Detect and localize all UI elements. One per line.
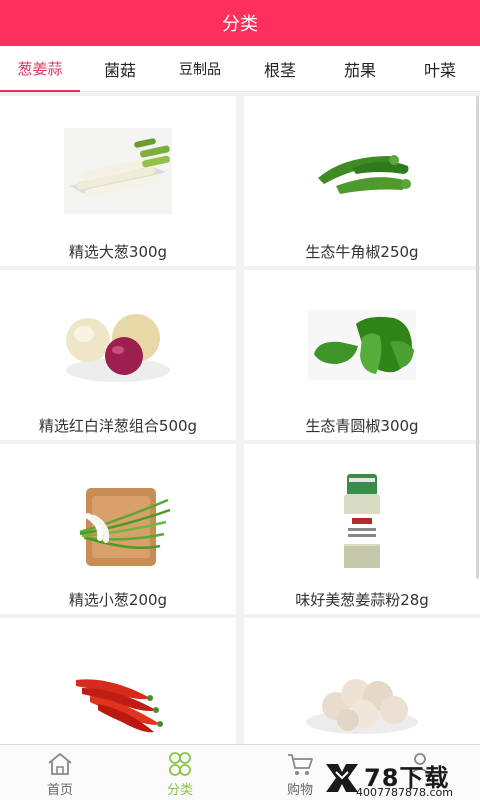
chili-image xyxy=(76,679,163,733)
category-icon xyxy=(169,752,191,776)
scrollbar[interactable] xyxy=(476,96,479,579)
bell-pepper-image xyxy=(308,310,416,380)
product-name: 生态青圆椒300g xyxy=(305,417,419,435)
nav-category[interactable]: 分类 xyxy=(120,745,240,800)
horn-pepper-image xyxy=(318,155,411,194)
product-card[interactable]: 生态牛角椒250g xyxy=(244,96,480,266)
green-onion-image xyxy=(64,128,172,214)
watermark: 78下载 4007787878.com xyxy=(322,756,480,800)
product-name: 精选红白洋葱组合500g xyxy=(38,417,198,435)
product-name: 精选小葱200g xyxy=(68,591,168,609)
tab-root-vegetables[interactable]: 根茎 xyxy=(240,46,320,92)
nav-home[interactable]: 首页 xyxy=(0,745,120,800)
product-card[interactable] xyxy=(0,618,236,744)
product-card[interactable]: 精选红白洋葱组合500g xyxy=(0,270,236,440)
nav-category-label: 分类 xyxy=(166,783,193,798)
scallion-image xyxy=(79,488,171,566)
spice-bottle-image xyxy=(344,474,380,568)
product-card[interactable]: 味好美葱姜蒜粉28g xyxy=(244,444,480,614)
tab-mushrooms[interactable]: 菌菇 xyxy=(80,46,160,92)
product-name: 生态牛角椒250g xyxy=(305,243,419,261)
product-grid: 精选大葱300g 生态牛角椒250g 精选红白洋葱组合500g 生态青圆椒300… xyxy=(0,92,480,744)
onion-image xyxy=(66,314,170,382)
tab-onion-ginger-garlic[interactable]: 葱姜蒜 xyxy=(0,46,80,92)
nav-home-label: 首页 xyxy=(46,783,73,798)
product-card[interactable]: 生态青圆椒300g xyxy=(244,270,480,440)
product-name: 味好美葱姜蒜粉28g xyxy=(295,591,429,609)
product-card[interactable]: 精选大葱300g xyxy=(0,96,236,266)
watermark-url: 4007787878.com xyxy=(356,786,453,799)
cart-icon xyxy=(288,754,313,775)
product-card[interactable] xyxy=(244,618,480,744)
home-icon xyxy=(48,753,72,775)
tab-soy-products[interactable]: 豆制品 xyxy=(160,46,240,92)
category-tabs: 葱姜蒜 菌菇 豆制品 根茎 茄果 叶菜 xyxy=(0,46,480,92)
header-bar: 分类 xyxy=(0,0,480,46)
product-name: 精选大葱300g xyxy=(68,243,168,261)
nav-cart-label: 购物 xyxy=(286,783,313,798)
garlic-image xyxy=(306,679,418,734)
product-card[interactable]: 精选小葱200g xyxy=(0,444,236,614)
page-title: 分类 xyxy=(222,14,258,35)
tab-leafy-greens[interactable]: 叶菜 xyxy=(400,46,480,92)
tab-fruit-vegetables[interactable]: 茄果 xyxy=(320,46,400,92)
